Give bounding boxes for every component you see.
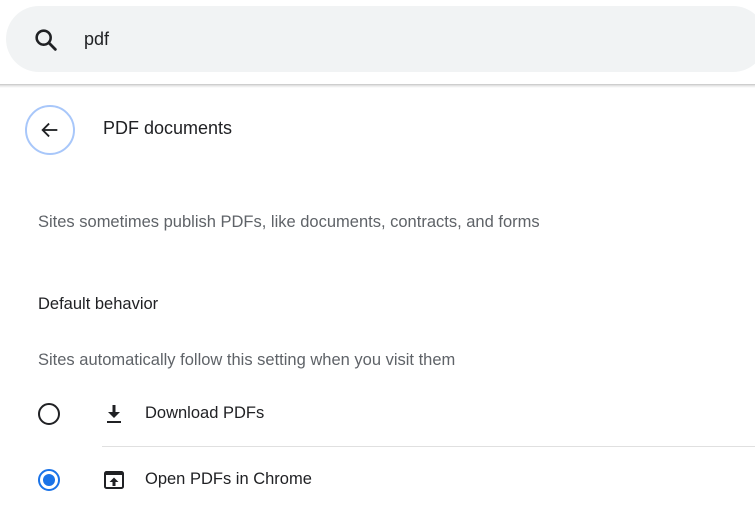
open-pdfs-in-chrome-radio[interactable] xyxy=(38,469,60,491)
pdf-settings-page: PDF documents Sites sometimes publish PD… xyxy=(0,0,755,510)
download-pdfs-option[interactable]: Download PDFs xyxy=(30,390,755,438)
arrow-back-icon xyxy=(41,122,58,138)
page-title: PDF documents xyxy=(103,118,233,138)
header-divider xyxy=(0,84,755,88)
search-icon[interactable] xyxy=(32,26,60,54)
download-pdfs-label: Download PDFs xyxy=(145,404,265,422)
search-bar[interactable] xyxy=(6,6,755,72)
download-pdfs-radio[interactable] xyxy=(38,403,60,425)
open-in-browser-icon xyxy=(104,471,124,489)
back-button[interactable] xyxy=(25,105,75,155)
open-pdfs-in-chrome-option[interactable]: Open PDFs in Chrome xyxy=(30,456,755,504)
download-icon xyxy=(107,405,121,423)
option-divider xyxy=(102,446,755,447)
search-input[interactable] xyxy=(84,24,684,54)
default-behavior-subtitle: Sites automatically follow this setting … xyxy=(38,351,456,369)
default-behavior-heading: Default behavior xyxy=(38,295,159,313)
page-description: Sites sometimes publish PDFs, like docum… xyxy=(38,213,540,231)
open-pdfs-in-chrome-label: Open PDFs in Chrome xyxy=(145,470,312,488)
